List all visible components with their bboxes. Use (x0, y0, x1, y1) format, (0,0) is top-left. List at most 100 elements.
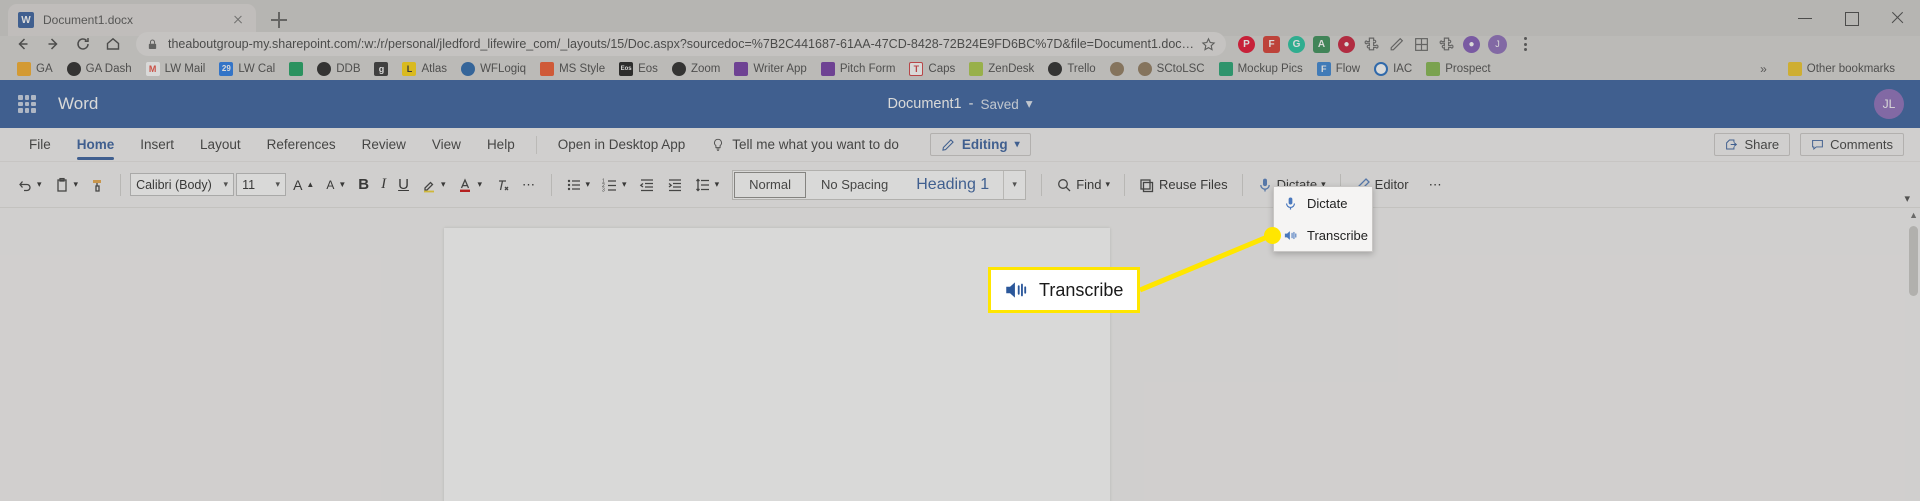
chevron-down-icon[interactable]: ▾ (74, 179, 79, 190)
dictate-menu-item-dictate[interactable]: Dictate (1274, 187, 1372, 219)
dictate-dropdown-menu[interactable]: Dictate Transcribe (1273, 186, 1373, 252)
find-button[interactable]: Find ▾ (1051, 170, 1115, 200)
bookmark-item[interactable]: IAC (1367, 59, 1419, 79)
style-normal[interactable]: Normal (734, 171, 807, 198)
styles-gallery[interactable]: Normal No Spacing Heading 1 ▾ (732, 169, 1027, 200)
forward-arrow-icon[interactable] (38, 30, 68, 58)
home-icon[interactable] (98, 30, 128, 58)
bookmark-item[interactable]: Trello (1041, 59, 1102, 79)
close-icon[interactable] (230, 12, 246, 28)
grid-icon[interactable] (1413, 36, 1430, 53)
line-spacing-button[interactable]: ▾ (690, 170, 725, 200)
f-red-icon[interactable]: F (1263, 35, 1280, 53)
style-heading-1[interactable]: Heading 1 (902, 171, 1003, 199)
font-family-select[interactable]: Calibri (Body) ▾ (130, 173, 235, 196)
pen-icon[interactable] (1388, 36, 1405, 53)
record-red-icon[interactable]: ● (1338, 35, 1355, 53)
underline-button[interactable]: U (393, 170, 414, 200)
address-bar[interactable]: theaboutgroup-my.sharepoint.com/:w:/r/pe… (136, 32, 1226, 56)
tab-references[interactable]: References (254, 128, 349, 162)
font-color-button[interactable]: ▾ (452, 170, 487, 200)
bookmark-item[interactable]: ZenDesk (962, 59, 1041, 79)
bookmark-item[interactable]: GA (10, 59, 60, 79)
format-painter-button[interactable] (85, 170, 111, 200)
scrollbar-thumb[interactable] (1909, 226, 1918, 296)
increase-indent-button[interactable] (662, 170, 688, 200)
bookmark-item[interactable]: M LW Mail (139, 59, 213, 79)
chevron-down-icon[interactable]: ▾ (441, 179, 446, 190)
bookmark-item[interactable] (1103, 59, 1131, 79)
bookmark-item[interactable]: Writer App (727, 59, 813, 79)
tab-home[interactable]: Home (64, 128, 128, 162)
share-button[interactable]: Share (1714, 133, 1791, 156)
reload-icon[interactable] (68, 30, 98, 58)
grammarly-icon[interactable]: G (1288, 35, 1305, 53)
grow-font-button[interactable]: A ▲ (288, 170, 319, 200)
user-avatar[interactable]: JL (1874, 89, 1904, 119)
chevron-down-icon[interactable]: ▾ (1003, 170, 1025, 199)
purple-circle-icon[interactable]: ● (1463, 35, 1480, 53)
style-no-spacing[interactable]: No Spacing (807, 171, 902, 199)
more-font-options-button[interactable]: ⋯ (517, 170, 542, 200)
chevron-down-icon[interactable]: ▾ (224, 179, 229, 190)
bullets-button[interactable]: ▾ (561, 170, 596, 200)
plus-icon[interactable] (268, 9, 290, 31)
three-dot-menu-icon[interactable] (1515, 37, 1535, 51)
decrease-indent-button[interactable] (634, 170, 660, 200)
bookmark-item[interactable]: Prospect (1419, 59, 1497, 79)
chevron-down-icon[interactable]: ▾ (276, 179, 281, 190)
bookmark-item[interactable]: F Flow (1310, 59, 1367, 79)
chevron-down-icon[interactable]: ▾ (1105, 179, 1110, 190)
bookmark-item[interactable]: Pitch Form (814, 59, 903, 79)
chevron-down-icon[interactable]: ▾ (1015, 139, 1020, 150)
tab-insert[interactable]: Insert (127, 128, 187, 162)
chevron-down-icon[interactable]: ▾ (477, 179, 482, 190)
editing-mode-button[interactable]: Editing ▾ (929, 133, 1031, 156)
tab-layout[interactable]: Layout (187, 128, 254, 162)
bookmark-item[interactable]: L Atlas (395, 59, 454, 79)
open-in-desktop-app-button[interactable]: Open in Desktop App (545, 128, 699, 162)
ribbon-overflow-button[interactable]: ⋯ (1424, 170, 1449, 200)
tab-help[interactable]: Help (474, 128, 528, 162)
chrome-profile-avatar[interactable]: J (1488, 34, 1507, 54)
paste-button[interactable]: ▾ (49, 170, 84, 200)
puzzle-icon[interactable] (1363, 36, 1380, 53)
font-size-select[interactable]: 11 ▾ (236, 173, 287, 196)
chevron-down-icon[interactable]: ▾ (622, 179, 627, 190)
shrink-font-button[interactable]: A ▼ (321, 170, 351, 200)
saved-status[interactable]: Saved (980, 97, 1018, 112)
app-launcher-icon[interactable] (16, 93, 38, 115)
highlight-button[interactable]: ▾ (416, 170, 451, 200)
chevron-down-icon[interactable]: ▾ (715, 179, 720, 190)
bookmark-item[interactable]: Eos Eos (612, 59, 665, 79)
bookmark-item[interactable]: Mockup Pics (1212, 59, 1310, 79)
chevron-down-icon[interactable]: ▾ (1026, 96, 1033, 112)
bookmark-item[interactable]: g (367, 59, 395, 79)
bookmark-item[interactable]: Zoom (665, 59, 727, 79)
tell-me-search[interactable]: Tell me what you want to do (698, 128, 912, 162)
tab-review[interactable]: Review (349, 128, 419, 162)
pinterest-icon[interactable]: P (1238, 35, 1255, 53)
tab-file[interactable]: File (16, 128, 64, 162)
bookmark-item[interactable]: T Caps (902, 59, 962, 79)
chevron-up-icon[interactable]: ▾ (1904, 192, 1910, 205)
chevron-down-icon[interactable]: ▾ (586, 179, 591, 190)
scroll-up-icon[interactable]: ▲ (1909, 210, 1918, 220)
undo-button[interactable]: ▾ (12, 170, 47, 200)
bold-button[interactable]: B (353, 170, 374, 200)
comments-button[interactable]: Comments (1800, 133, 1904, 156)
dictate-menu-item-transcribe[interactable]: Transcribe (1274, 219, 1372, 251)
clear-formatting-button[interactable] (489, 170, 515, 200)
other-bookmarks-folder[interactable]: Other bookmarks (1781, 59, 1902, 79)
bookmark-item[interactable]: MS Style (533, 59, 612, 79)
document-title[interactable]: Document1 (887, 96, 961, 112)
word-brand-label[interactable]: Word (58, 94, 98, 114)
reuse-files-button[interactable]: Reuse Files (1134, 170, 1233, 200)
vertical-scrollbar[interactable]: ▲ (1906, 208, 1920, 501)
italic-button[interactable]: I (376, 170, 391, 200)
a-green-icon[interactable]: A (1313, 35, 1330, 53)
bookmark-star-icon[interactable] (1201, 37, 1216, 52)
back-arrow-icon[interactable] (8, 30, 38, 58)
numbering-button[interactable]: 1 2 3 ▾ (597, 170, 632, 200)
bookmark-item[interactable]: WFLogiq (454, 59, 533, 79)
